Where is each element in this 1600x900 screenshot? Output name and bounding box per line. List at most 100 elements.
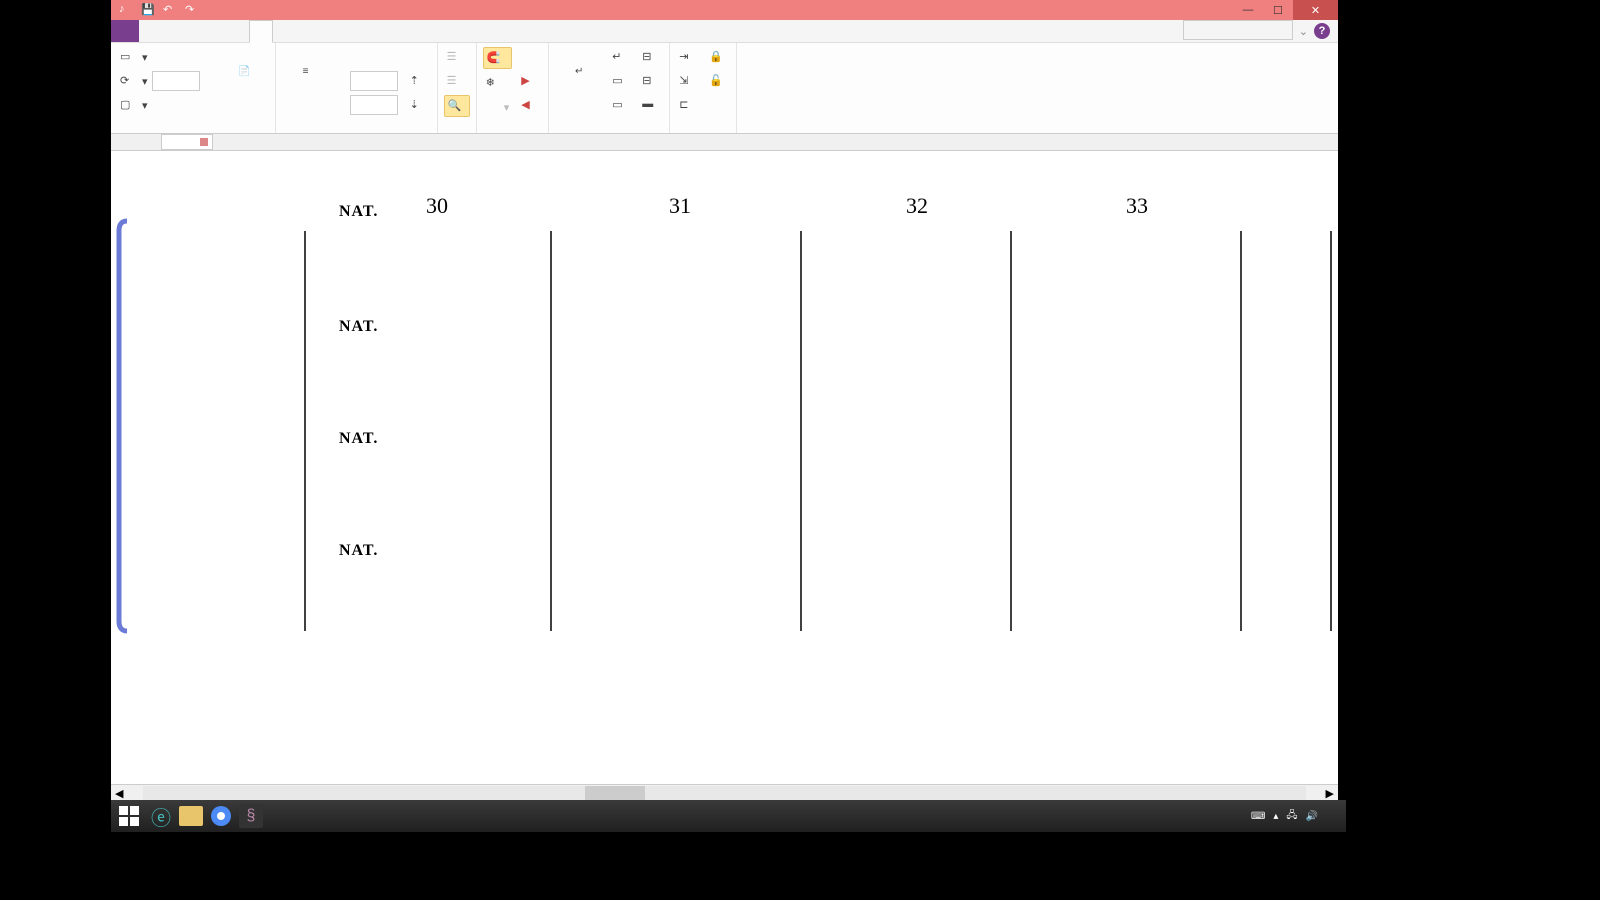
split-system-button[interactable]: ⊟	[639, 47, 663, 67]
close-icon[interactable]	[200, 138, 208, 146]
group-label	[282, 117, 431, 133]
bar-number: 30	[426, 193, 448, 218]
reset-below-button[interactable]: ⇣	[407, 95, 431, 115]
tray-chevron-icon[interactable]: ▴	[1273, 811, 1278, 822]
special-break-icon: ▭	[612, 98, 626, 112]
tab-note-input[interactable]	[161, 20, 183, 42]
split-icon: ⊟	[642, 50, 656, 64]
lock-format-button[interactable]: 🔒	[706, 47, 730, 67]
spaces-between-label	[336, 47, 401, 67]
find-next-button[interactable]: ▶	[518, 71, 542, 91]
collisions-button[interactable]	[518, 47, 542, 67]
magnet-icon: 🧲	[487, 51, 501, 65]
unlock-icon: 🔓	[709, 74, 723, 88]
orientation-button[interactable]: ⟳ ▾	[117, 71, 203, 91]
scrollbar-thumb[interactable]	[585, 786, 645, 800]
show-icon: ▬	[642, 98, 656, 112]
maximize-button[interactable]: ☐	[1263, 0, 1293, 20]
tab-notations[interactable]	[183, 20, 205, 42]
part-tab-full-score[interactable]	[161, 134, 213, 150]
make-page-button[interactable]: ⇲	[676, 71, 700, 91]
size-icon: ▢	[120, 98, 134, 112]
sibelius-icon[interactable]: §	[239, 804, 263, 828]
orientation-icon: ⟳	[120, 74, 134, 88]
network-icon[interactable]: 🖧	[1286, 808, 1297, 825]
undo-icon[interactable]: ↶	[163, 3, 177, 17]
title-page-icon: 📄	[231, 66, 259, 94]
reset-above-button[interactable]: ⇡	[407, 71, 431, 91]
bar-number: 33	[1126, 193, 1148, 218]
chevron-down-icon[interactable]: ⌄	[1299, 25, 1308, 38]
group-label	[117, 117, 269, 133]
start-button[interactable]	[115, 802, 143, 830]
margins-button[interactable]: ▭ ▾	[117, 47, 203, 67]
freeze-icon: ❄	[486, 76, 500, 90]
help-icon[interactable]: ?	[1314, 23, 1330, 39]
orientation-value[interactable]	[152, 71, 200, 91]
bar-number: 32	[906, 193, 928, 218]
optimize-button[interactable]: ≡	[282, 45, 330, 117]
keep-bars-button[interactable]: ⊏	[676, 95, 700, 115]
close-button[interactable]: ✕	[1293, 0, 1338, 20]
show-multirests-button[interactable]: ▬	[639, 95, 663, 115]
group-label	[483, 117, 543, 133]
file-tab[interactable]	[111, 20, 139, 42]
unlock-format-button[interactable]: 🔓	[706, 71, 730, 91]
reset-icon: ⇣	[410, 98, 424, 112]
size-button[interactable]: ▢ ▾	[117, 95, 203, 115]
align-icon: ☰	[447, 50, 461, 64]
show-empty-button[interactable]: ☰	[444, 71, 470, 91]
focus-staves-button[interactable]: 🔍	[444, 95, 470, 117]
tab-home[interactable]	[139, 20, 161, 42]
object-dropdown[interactable]: ▾	[483, 97, 513, 117]
break-icon: ↵	[612, 50, 626, 64]
make-system-button[interactable]: ⇥	[676, 47, 700, 67]
windows-taskbar: ⓔ § ⌨ ▴ 🖧 🔊	[111, 800, 1346, 832]
ribbon: ▭ ▾ ⟳ ▾ ▢ ▾ 📄 ≡	[111, 43, 1338, 134]
next-icon: ▶	[521, 74, 535, 88]
group-label	[676, 117, 730, 133]
title-page-button[interactable]: 📄	[221, 45, 269, 117]
auto-breaks-button[interactable]: ↵	[555, 45, 603, 117]
tab-view[interactable]	[339, 20, 361, 42]
volume-icon[interactable]: 🔊	[1306, 811, 1318, 822]
app-icon: ♪	[119, 3, 133, 17]
chrome-icon[interactable]	[207, 802, 235, 830]
ribbon-tabs: ⌄ ?	[111, 20, 1338, 43]
find-previous-button[interactable]: ◀	[518, 95, 542, 115]
system-break-button[interactable]: ↵	[609, 47, 633, 67]
split-multirest-button[interactable]: ⊟	[639, 71, 663, 91]
align-staves-button[interactable]: ☰	[444, 47, 470, 67]
keyboard-icon[interactable]: ⌨	[1251, 811, 1265, 822]
page-break-button[interactable]: ▭	[609, 71, 633, 91]
special-break-button[interactable]: ▭	[609, 95, 633, 115]
minimize-button[interactable]: —	[1233, 0, 1263, 20]
focus-icon: 🔍	[448, 99, 462, 113]
redo-icon[interactable]: ↷	[185, 3, 199, 17]
tab-parts[interactable]	[295, 20, 317, 42]
freeze-positions-button[interactable]: ❄	[483, 73, 513, 93]
svg-text:NAT.: NAT.	[339, 203, 378, 220]
reset-icon: ⇡	[410, 74, 424, 88]
tab-appearance[interactable]	[273, 20, 295, 42]
group-label	[444, 117, 470, 133]
score-canvas[interactable]: 30 31 32 33 NAT. NAT. NAT. NAT.	[111, 151, 1338, 784]
show-icon: ☰	[447, 74, 461, 88]
systems-spinner[interactable]	[336, 95, 401, 115]
split-icon: ⊟	[642, 74, 656, 88]
tab-play[interactable]	[227, 20, 249, 42]
ie-icon[interactable]: ⓔ	[147, 802, 175, 830]
ribbon-search-input[interactable]	[1183, 20, 1293, 40]
staff-size-button[interactable]	[209, 47, 215, 67]
bar-number: 31	[669, 193, 691, 218]
save-icon[interactable]: 💾	[141, 3, 155, 17]
magnetic-layout-button[interactable]: 🧲	[483, 47, 513, 69]
staves-spinner[interactable]	[336, 71, 401, 91]
svg-text:NAT.: NAT.	[339, 542, 378, 559]
tab-text[interactable]	[205, 20, 227, 42]
horizontal-scrollbar[interactable]: ◀ ▶	[111, 784, 1338, 801]
explorer-icon[interactable]	[179, 806, 203, 826]
tab-review[interactable]	[317, 20, 339, 42]
tab-layout[interactable]	[249, 20, 273, 43]
page-break-icon: ▭	[612, 74, 626, 88]
